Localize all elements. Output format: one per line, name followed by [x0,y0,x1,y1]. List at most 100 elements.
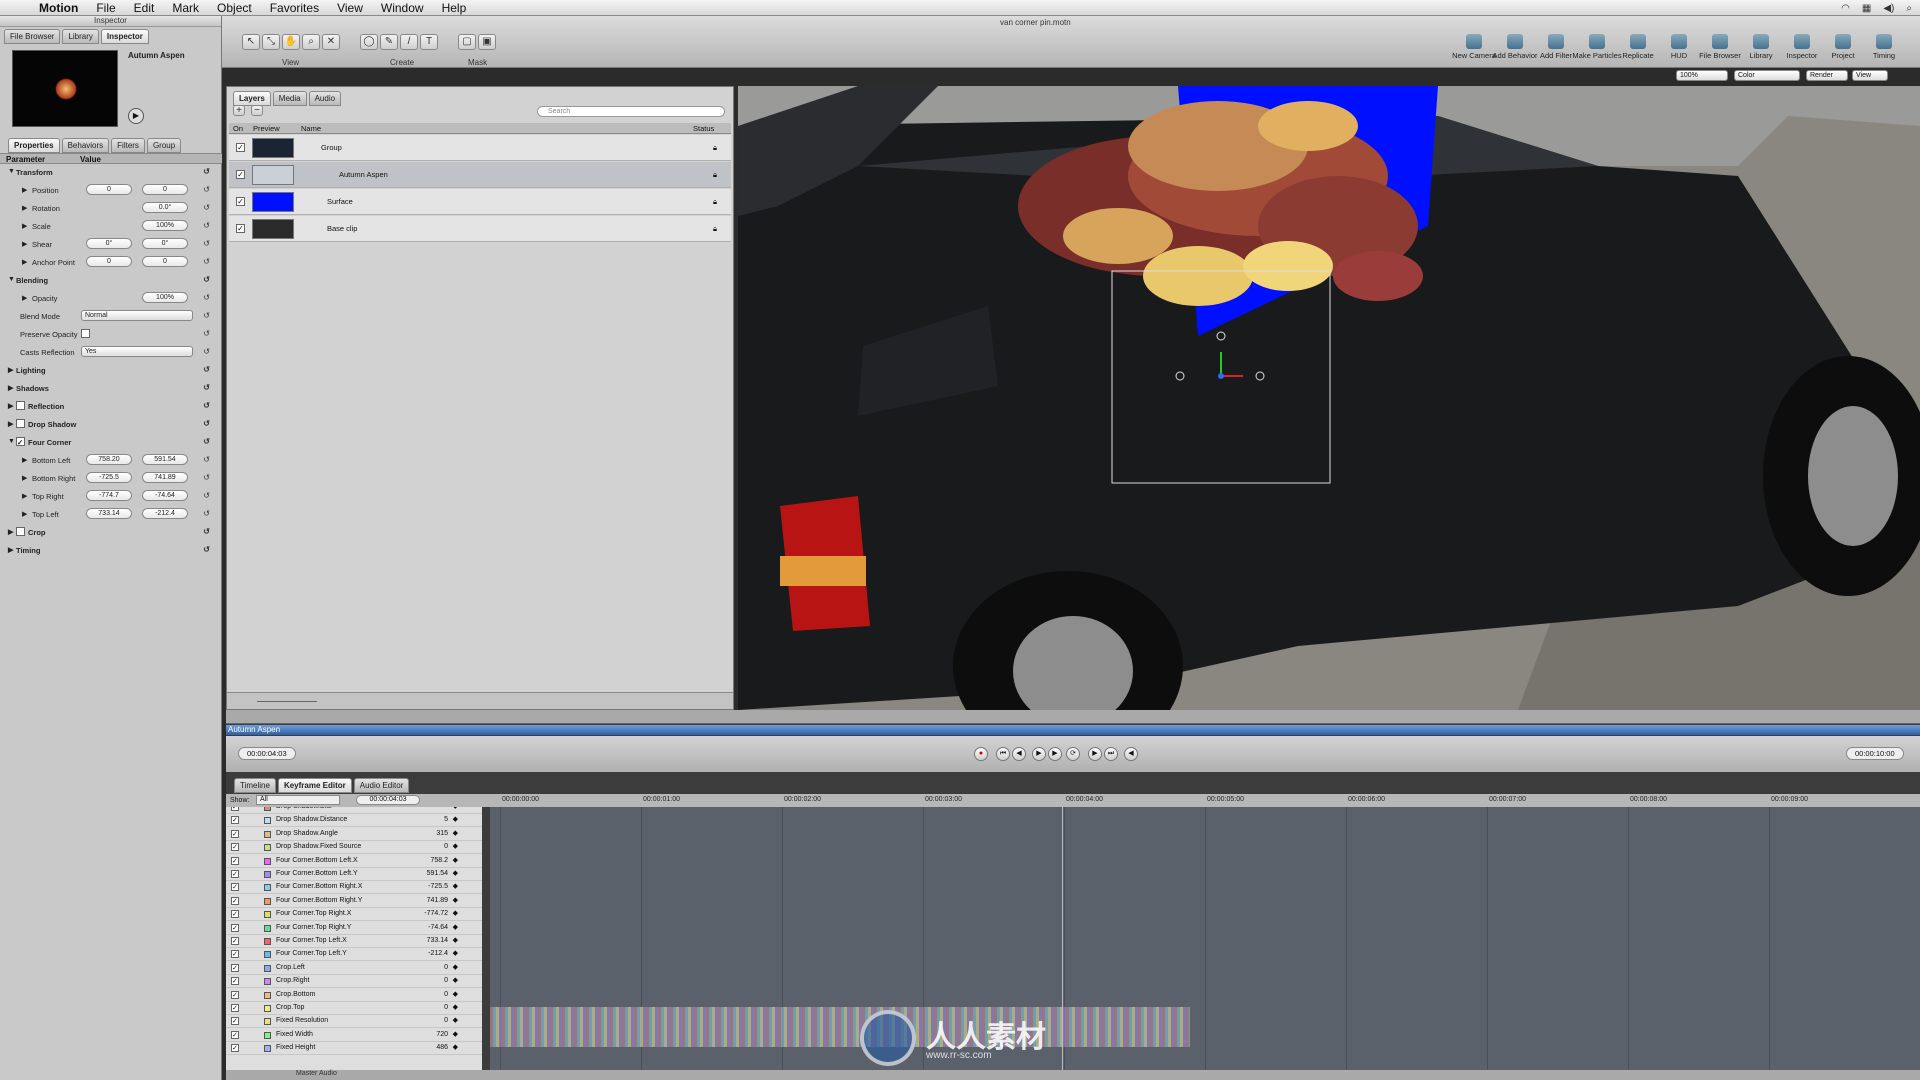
keyframe-diamond-icon[interactable]: ◆ [453,815,458,823]
camera-tool-icon[interactable]: ✕ [322,34,340,50]
param-value[interactable]: -774.72 [424,910,448,917]
param-enable-checkbox[interactable]: ✓ [231,963,239,972]
layer-name[interactable]: Group [321,143,342,152]
text-tool-icon[interactable]: T [420,34,438,50]
reset-icon[interactable]: ↺ [203,185,210,194]
param-row[interactable]: ▶ Bottom Right -725.5 741.89 ↺ [0,470,222,488]
keyframe-param-row[interactable]: ✓ Four Corner.Bottom Right.Y 741.89 ◆ [226,895,482,908]
keyframe-param-row[interactable]: ✓ Crop.Right 0 ◆ [226,975,482,989]
disclosure-triangle-icon[interactable]: ▶ [8,384,13,392]
param-enable-checkbox[interactable]: ✓ [231,1044,239,1053]
param-row[interactable]: ▶ Timing ↺ [0,542,222,560]
bezier-tool-icon[interactable]: ✎ [380,34,398,50]
keyframe-param-row[interactable]: ✓ Crop.Left 0 ◆ [226,962,482,975]
param-enable-checkbox[interactable]: ✓ [231,910,239,919]
param-row[interactable]: ▶ Top Right -774.7 -74.64 ↺ [0,488,222,506]
keyframe-param-row[interactable]: ✓ Four Corner.Bottom Right.X -725.5 ◆ [226,881,482,895]
param-value[interactable]: 0 [444,964,448,971]
lock-icon[interactable]: 🔒︎ [713,143,717,153]
param-enable-checkbox[interactable]: ✓ [231,923,239,932]
keyframe-diamond-icon[interactable]: ◆ [453,963,458,971]
reset-icon[interactable]: ↺ [203,437,210,446]
keyframe-diamond-icon[interactable]: ◆ [453,909,458,917]
go-to-end-button[interactable]: ⏭ [1104,747,1118,761]
param-dropdown[interactable]: Yes [81,346,193,357]
param-row[interactable]: ▶ Drop Shadow ↺ [0,416,222,434]
param-enable-checkbox[interactable]: ✓ [231,829,239,838]
param-row[interactable]: Casts Reflection Yes ↺ [0,344,222,362]
keyframe-timecode[interactable]: 00:00:04:03 [356,795,420,805]
param-value[interactable]: 0 [444,1004,448,1011]
layer-name[interactable]: Surface [327,197,353,206]
tab-filters[interactable]: Filters [111,138,145,153]
param-row[interactable]: ▶ Shadows ↺ [0,380,222,398]
param-enable-checkbox[interactable]: ✓ [231,1004,239,1012]
param-value[interactable]: 0 [444,991,448,998]
param-enable-checkbox[interactable]: ✓ [231,977,239,986]
channel-dropdown[interactable]: Color [1734,70,1800,81]
layer-name[interactable]: Autumn Aspen [339,170,388,179]
preview-play-button[interactable]: ▶ [128,108,144,124]
select-tool-icon[interactable]: ↖ [242,34,260,50]
layer-row[interactable]: ✓ Autumn Aspen 🔒︎ [229,162,731,188]
keyframe-param-row[interactable]: ✓ Four Corner.Top Right.X -774.72 ◆ [226,908,482,922]
keyframe-diamond-icon[interactable]: ◆ [453,882,458,890]
play-button[interactable]: ▶ [1032,747,1046,761]
param-value[interactable]: 733.14 [427,937,448,944]
keyframe-param-row[interactable]: ✓ Fixed Resolution 0 ◆ [226,1015,482,1029]
param-row[interactable]: ▶ Rotation 0.0° ↺ [0,200,222,218]
mask-tool-icon[interactable]: ▢ [458,34,476,50]
tab-file-browser[interactable]: File Browser [4,29,61,44]
playhead[interactable] [1062,807,1063,1070]
disclosure-triangle-icon[interactable]: ▶ [8,402,13,410]
param-row[interactable]: Preserve Opacity ↺ [0,326,222,344]
toolbar-item[interactable]: Timing [1854,34,1914,60]
keyframe-diamond-icon[interactable]: ◆ [453,1043,458,1051]
tab-timeline[interactable]: Timeline [234,778,276,793]
keyframe-diamond-icon[interactable]: ◆ [453,1030,458,1038]
keyframe-diamond-icon[interactable]: ◆ [453,807,458,810]
reset-icon[interactable]: ↺ [203,383,210,392]
menu-mark[interactable]: Mark [163,1,208,15]
layers-search-input[interactable]: Search [537,106,725,117]
reset-icon[interactable]: ↺ [203,167,210,176]
menu-edit[interactable]: Edit [125,1,164,15]
param-enable-checkbox[interactable]: ✓ [231,1030,239,1039]
layer-visibility-checkbox[interactable]: ✓ [236,170,245,179]
param-value[interactable]: 758.2 [430,857,448,864]
param-value-2[interactable]: 0.0° [142,202,188,213]
param-row[interactable]: ▶ Scale 100% ↺ [0,218,222,236]
reset-icon[interactable]: ↺ [203,293,210,302]
tab-behaviors[interactable]: Behaviors [61,138,110,153]
loop-button[interactable]: ⟳ [1066,747,1080,761]
param-value[interactable]: 486 [436,1044,448,1051]
paint-tool-icon[interactable]: / [400,34,418,50]
param-value-1[interactable]: -774.7 [86,490,132,501]
tab-properties[interactable]: Properties [8,138,60,153]
canvas-viewer[interactable] [738,86,1920,710]
reset-icon[interactable]: ↺ [203,527,210,536]
param-enable-checkbox[interactable]: ✓ [231,843,239,852]
param-row[interactable]: Blend Mode Normal ↺ [0,308,222,326]
param-checkbox[interactable] [81,329,90,338]
param-value[interactable]: 0 [444,843,448,850]
menu-file[interactable]: File [87,1,124,15]
step-back-button[interactable]: ◀ [1012,747,1026,761]
reset-icon[interactable]: ↺ [203,221,210,230]
disclosure-triangle-icon[interactable]: ▶ [8,366,13,374]
reset-icon[interactable]: ↺ [203,509,210,518]
keyframe-param-row[interactable]: ✓ Crop.Bottom 0 ◆ [226,989,482,1002]
reset-icon[interactable]: ↺ [203,401,210,410]
reset-icon[interactable]: ↺ [203,419,210,428]
enable-checkbox[interactable] [16,527,25,536]
param-value-1[interactable]: -725.5 [86,472,132,483]
tab-audio[interactable]: Audio [308,91,342,106]
reset-icon[interactable]: ↺ [203,239,210,248]
param-row[interactable]: ▶ Reflection ↺ [0,398,222,416]
param-value-1[interactable]: 758.20 [86,454,132,465]
param-value[interactable]: -725.5 [428,883,448,890]
param-enable-checkbox[interactable]: ✓ [231,950,239,959]
param-enable-checkbox[interactable]: ✓ [231,870,239,878]
disclosure-triangle-icon[interactable]: ▶ [22,474,27,482]
param-value-2[interactable]: 0 [142,256,188,267]
